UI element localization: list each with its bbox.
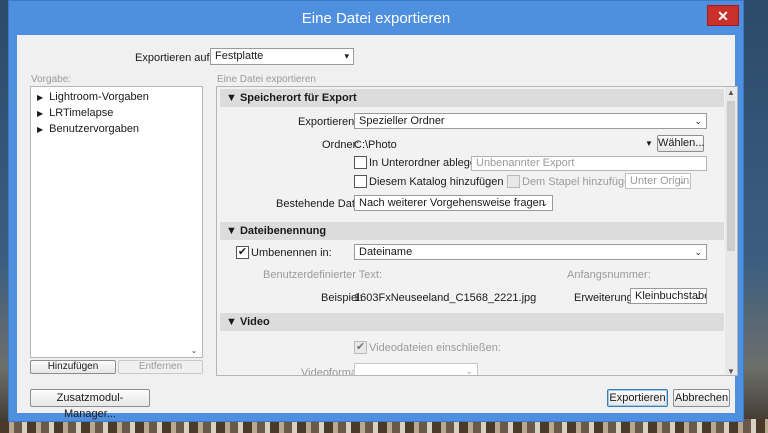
- choose-folder-button[interactable]: Wählen...: [657, 135, 704, 152]
- example-filename: 1603FxNeuseeland_C1568_2221.jpg: [354, 292, 537, 304]
- add-to-stack-checkbox[interactable]: [507, 175, 520, 188]
- dialog-title: Eine Datei exportieren: [301, 10, 451, 27]
- dialog-body: Exportieren auf: Festplatte ▾ Vorgabe: ▶…: [17, 35, 738, 420]
- collapse-triangle-icon: ▼: [226, 92, 237, 104]
- section-video-header[interactable]: ▼ Video: [220, 313, 724, 331]
- chevron-down-icon: ▾: [344, 51, 349, 61]
- folder-path: C:\Photo: [354, 139, 397, 151]
- rename-label: Umbenennen in:: [251, 247, 332, 259]
- preset-folder-lrtimelapse[interactable]: ▶ LRTimelapse: [37, 107, 113, 119]
- add-preset-button[interactable]: Hinzufügen: [30, 360, 116, 374]
- custom-text-label: Benutzerdefinierter Text:: [263, 269, 383, 281]
- title-bar: Eine Datei exportieren ✕: [9, 1, 743, 35]
- export-to-select[interactable]: Festplatte ▾: [210, 48, 354, 65]
- video-format-select[interactable]: ⌄: [354, 363, 478, 376]
- expand-triangle-icon: ▶: [37, 93, 44, 102]
- collapse-triangle-icon: ▼: [226, 316, 237, 328]
- chevron-down-icon: ⌄: [694, 116, 702, 126]
- subfolder-input[interactable]: Unbenannter Export: [471, 156, 707, 171]
- settings-panel: ▼ Speicherort für Export Exportieren in:…: [216, 86, 738, 376]
- folder-dropdown-icon[interactable]: ▼: [645, 139, 653, 148]
- existing-files-select[interactable]: Nach weiterer Vorgehensweise fragen ⌄: [354, 195, 553, 211]
- collapse-triangle-icon: ▼: [226, 225, 237, 237]
- plugin-manager-button[interactable]: Zusatzmodul-Manager...: [30, 389, 150, 420]
- expand-triangle-icon: ▶: [37, 109, 44, 118]
- scroll-down-icon[interactable]: ⌄: [188, 346, 200, 355]
- expand-triangle-icon: ▶: [37, 125, 44, 134]
- chevron-down-icon: ⌄: [465, 366, 473, 376]
- add-to-stack-label: Dem Stapel hinzufügen:: [522, 176, 640, 188]
- scrollbar-thumb[interactable]: [727, 101, 735, 251]
- rename-checkbox[interactable]: ✔: [236, 246, 249, 259]
- extensions-select[interactable]: Kleinbuchstaben ⌄: [630, 288, 707, 304]
- cancel-button[interactable]: Abbrechen: [673, 389, 730, 407]
- scroll-up-icon[interactable]: ▲: [725, 88, 737, 97]
- presets-label: Vorgabe:: [31, 74, 72, 85]
- include-video-checkbox[interactable]: ✔: [354, 341, 367, 354]
- chevron-down-icon: ⌄: [694, 247, 702, 257]
- export-button[interactable]: Exportieren: [607, 389, 668, 407]
- export-to-label: Exportieren auf:: [135, 52, 213, 64]
- preset-folder-user[interactable]: ▶ Benutzervorgaben: [37, 123, 139, 135]
- add-to-catalog-label: Diesem Katalog hinzufügen: [369, 176, 504, 188]
- rename-template-select[interactable]: Dateiname ⌄: [354, 244, 707, 260]
- stack-position-select[interactable]: Unter Origina ⌄: [625, 173, 691, 189]
- chevron-down-icon: ⌄: [678, 176, 686, 186]
- close-icon: ✕: [717, 8, 729, 24]
- section-naming-header[interactable]: ▼ Dateibenennung: [220, 222, 724, 240]
- panel-label: Eine Datei exportieren: [217, 74, 316, 85]
- start-number-label: Anfangsnummer:: [567, 269, 651, 281]
- subfolder-checkbox[interactable]: [354, 156, 367, 169]
- chevron-down-icon: ⌄: [694, 291, 702, 301]
- close-button[interactable]: ✕: [707, 5, 739, 26]
- export-dialog: Eine Datei exportieren ✕ Exportieren auf…: [8, 0, 744, 422]
- remove-preset-button[interactable]: Entfernen: [118, 360, 203, 374]
- presets-list: ▶ Lightroom-Vorgaben ▶ LRTimelapse ▶ Benutz…: [30, 86, 203, 358]
- include-video-label: Videodateien einschließen:: [369, 342, 501, 354]
- export-in-select[interactable]: Spezieller Ordner ⌄: [354, 113, 707, 129]
- chevron-down-icon: ⌄: [540, 198, 548, 208]
- export-to-value: Festplatte: [215, 50, 264, 62]
- add-to-catalog-checkbox[interactable]: [354, 175, 367, 188]
- subfolder-label: In Unterordner ablegen:: [369, 157, 486, 169]
- preset-folder-lightroom[interactable]: ▶ Lightroom-Vorgaben: [37, 91, 149, 103]
- section-location-header[interactable]: ▼ Speicherort für Export: [220, 89, 724, 107]
- panel-scrollbar[interactable]: ▲ ▼: [725, 87, 737, 375]
- scroll-down-icon[interactable]: ▼: [725, 367, 737, 375]
